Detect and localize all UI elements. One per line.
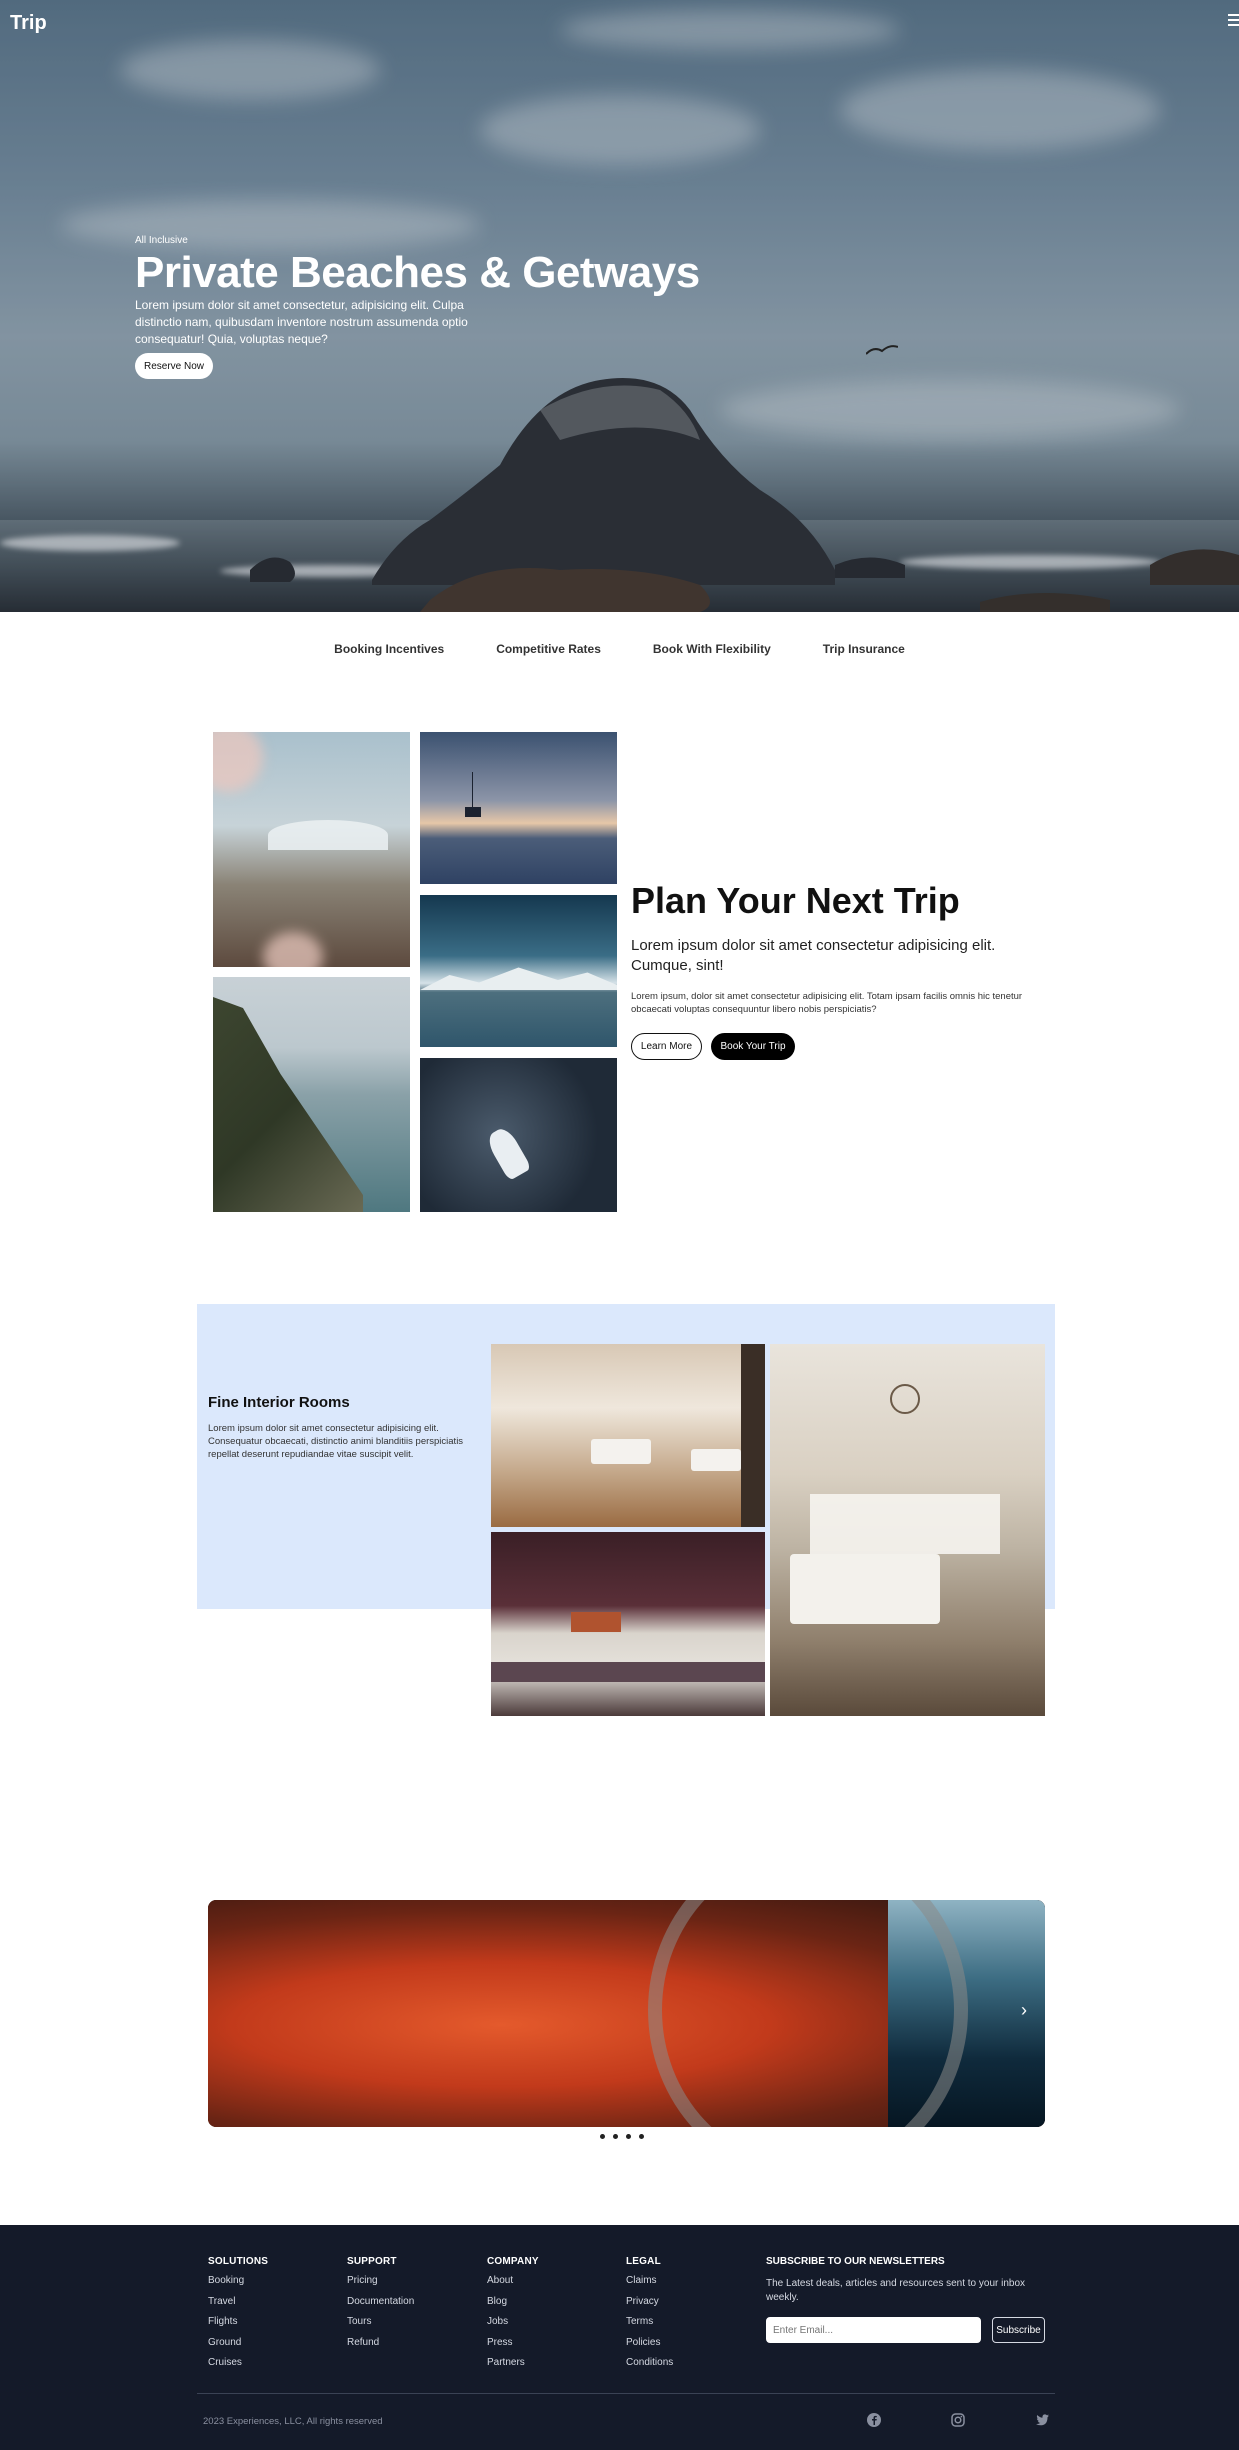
boat-wake-photo [420, 1058, 617, 1212]
footer-column-title: SOLUTIONS [208, 2256, 269, 2267]
facebook-icon[interactable] [866, 2412, 882, 2428]
footer-link[interactable]: Flights [208, 2316, 268, 2327]
food-carousel [208, 1900, 1045, 2127]
carousel-dot[interactable] [639, 2134, 644, 2139]
footer-link[interactable]: Pricing [347, 2275, 414, 2286]
footer-column-title: LEGAL [626, 2256, 661, 2267]
plan-title: Plan Your Next Trip [631, 880, 960, 921]
footer-column-solutions: SOLUTIONS Booking Travel Flights Ground … [208, 2256, 268, 2378]
carousel-dot[interactable] [626, 2134, 631, 2139]
footer-column-title: COMPANY [487, 2256, 539, 2267]
feature-trip-insurance[interactable]: Trip Insurance [823, 642, 905, 656]
coastal-cliff-photo [213, 977, 410, 1212]
footer-link[interactable]: Booking [208, 2275, 268, 2286]
mountain-lake-photo [420, 895, 617, 1047]
footer-link[interactable]: Jobs [487, 2316, 539, 2327]
footer-link[interactable]: About [487, 2275, 539, 2286]
footer-link[interactable]: Documentation [347, 2296, 414, 2307]
rooms-title: Fine Interior Rooms [208, 1394, 350, 1411]
dark-bedroom-photo [491, 1532, 765, 1716]
copyright: 2023 Experiences, LLC, All rights reserv… [203, 2416, 383, 2427]
footer-column-support: SUPPORT Pricing Documentation Tours Refu… [347, 2256, 414, 2357]
newsletter-title: SUBSCRIBE TO OUR NEWSLETTERS [766, 2256, 945, 2267]
feature-competitive-rates[interactable]: Competitive Rates [496, 642, 601, 656]
pan-rim [648, 1900, 968, 2127]
footer-link[interactable]: Tours [347, 2316, 414, 2327]
hero-description: Lorem ipsum dolor sit amet consectetur, … [135, 298, 468, 346]
hotel-room-photo [491, 1344, 765, 1527]
subscribe-button[interactable]: Subscribe [992, 2317, 1045, 2343]
mountain-blossom-photo [213, 732, 410, 967]
email-field[interactable] [766, 2317, 981, 2343]
learn-more-button[interactable]: Learn More [631, 1033, 702, 1060]
feature-book-with-flexibility[interactable]: Book With Flexibility [653, 642, 771, 656]
twitter-icon[interactable] [1034, 2412, 1050, 2428]
hero-section: Trip All Inclusive Private Beaches & Get… [0, 0, 1239, 612]
book-your-trip-button[interactable]: Book Your Trip [711, 1033, 795, 1060]
hamburger-menu-icon[interactable] [1228, 14, 1239, 28]
newsletter: SUBSCRIBE TO OUR NEWSLETTERS The Latest … [766, 2256, 1046, 2305]
footer-link[interactable]: Policies [626, 2337, 673, 2348]
brand-logo[interactable]: Trip [10, 12, 47, 35]
features-nav: Booking Incentives Competitive Rates Boo… [0, 642, 1239, 656]
suite-bedroom-photo [770, 1344, 1045, 1716]
footer-link[interactable]: Privacy [626, 2296, 673, 2307]
plan-subtitle: Lorem ipsum dolor sit amet consectetur a… [631, 937, 996, 974]
carousel-dot[interactable] [613, 2134, 618, 2139]
footer-link[interactable]: Conditions [626, 2357, 673, 2368]
footer: SOLUTIONS Booking Travel Flights Ground … [0, 2225, 1239, 2450]
footer-link[interactable]: Press [487, 2337, 539, 2348]
footer-link[interactable]: Claims [626, 2275, 673, 2286]
newsletter-text: The Latest deals, articles and resources… [766, 2278, 1026, 2303]
footer-link[interactable]: Blog [487, 2296, 539, 2307]
carousel-dots [600, 2134, 644, 2139]
reserve-now-button[interactable]: Reserve Now [135, 353, 213, 379]
bird-icon [866, 345, 898, 355]
feature-booking-incentives[interactable]: Booking Incentives [334, 642, 444, 656]
sailboat-sunset-photo [420, 732, 617, 884]
carousel-dot[interactable] [600, 2134, 605, 2139]
footer-column-legal: LEGAL Claims Privacy Terms Policies Cond… [626, 2256, 673, 2378]
instagram-icon[interactable] [950, 2412, 966, 2428]
hero-tag: All Inclusive [135, 235, 188, 246]
footer-divider [197, 2393, 1055, 2394]
footer-column-title: SUPPORT [347, 2256, 397, 2267]
footer-link[interactable]: Terms [626, 2316, 673, 2327]
hero-title: Private Beaches & Getways [135, 248, 700, 297]
chevron-right-icon[interactable]: › [1021, 2000, 1027, 2021]
footer-link[interactable]: Travel [208, 2296, 268, 2307]
footer-column-company: COMPANY About Blog Jobs Press Partners [487, 2256, 539, 2378]
plan-body: Lorem ipsum, dolor sit amet consectetur … [631, 991, 1023, 1015]
footer-link[interactable]: Cruises [208, 2357, 268, 2368]
footer-link[interactable]: Refund [347, 2337, 414, 2348]
footer-link[interactable]: Partners [487, 2357, 539, 2368]
footer-link[interactable]: Ground [208, 2337, 268, 2348]
rooms-body: Lorem ipsum dolor sit amet consectetur a… [208, 1423, 464, 1460]
